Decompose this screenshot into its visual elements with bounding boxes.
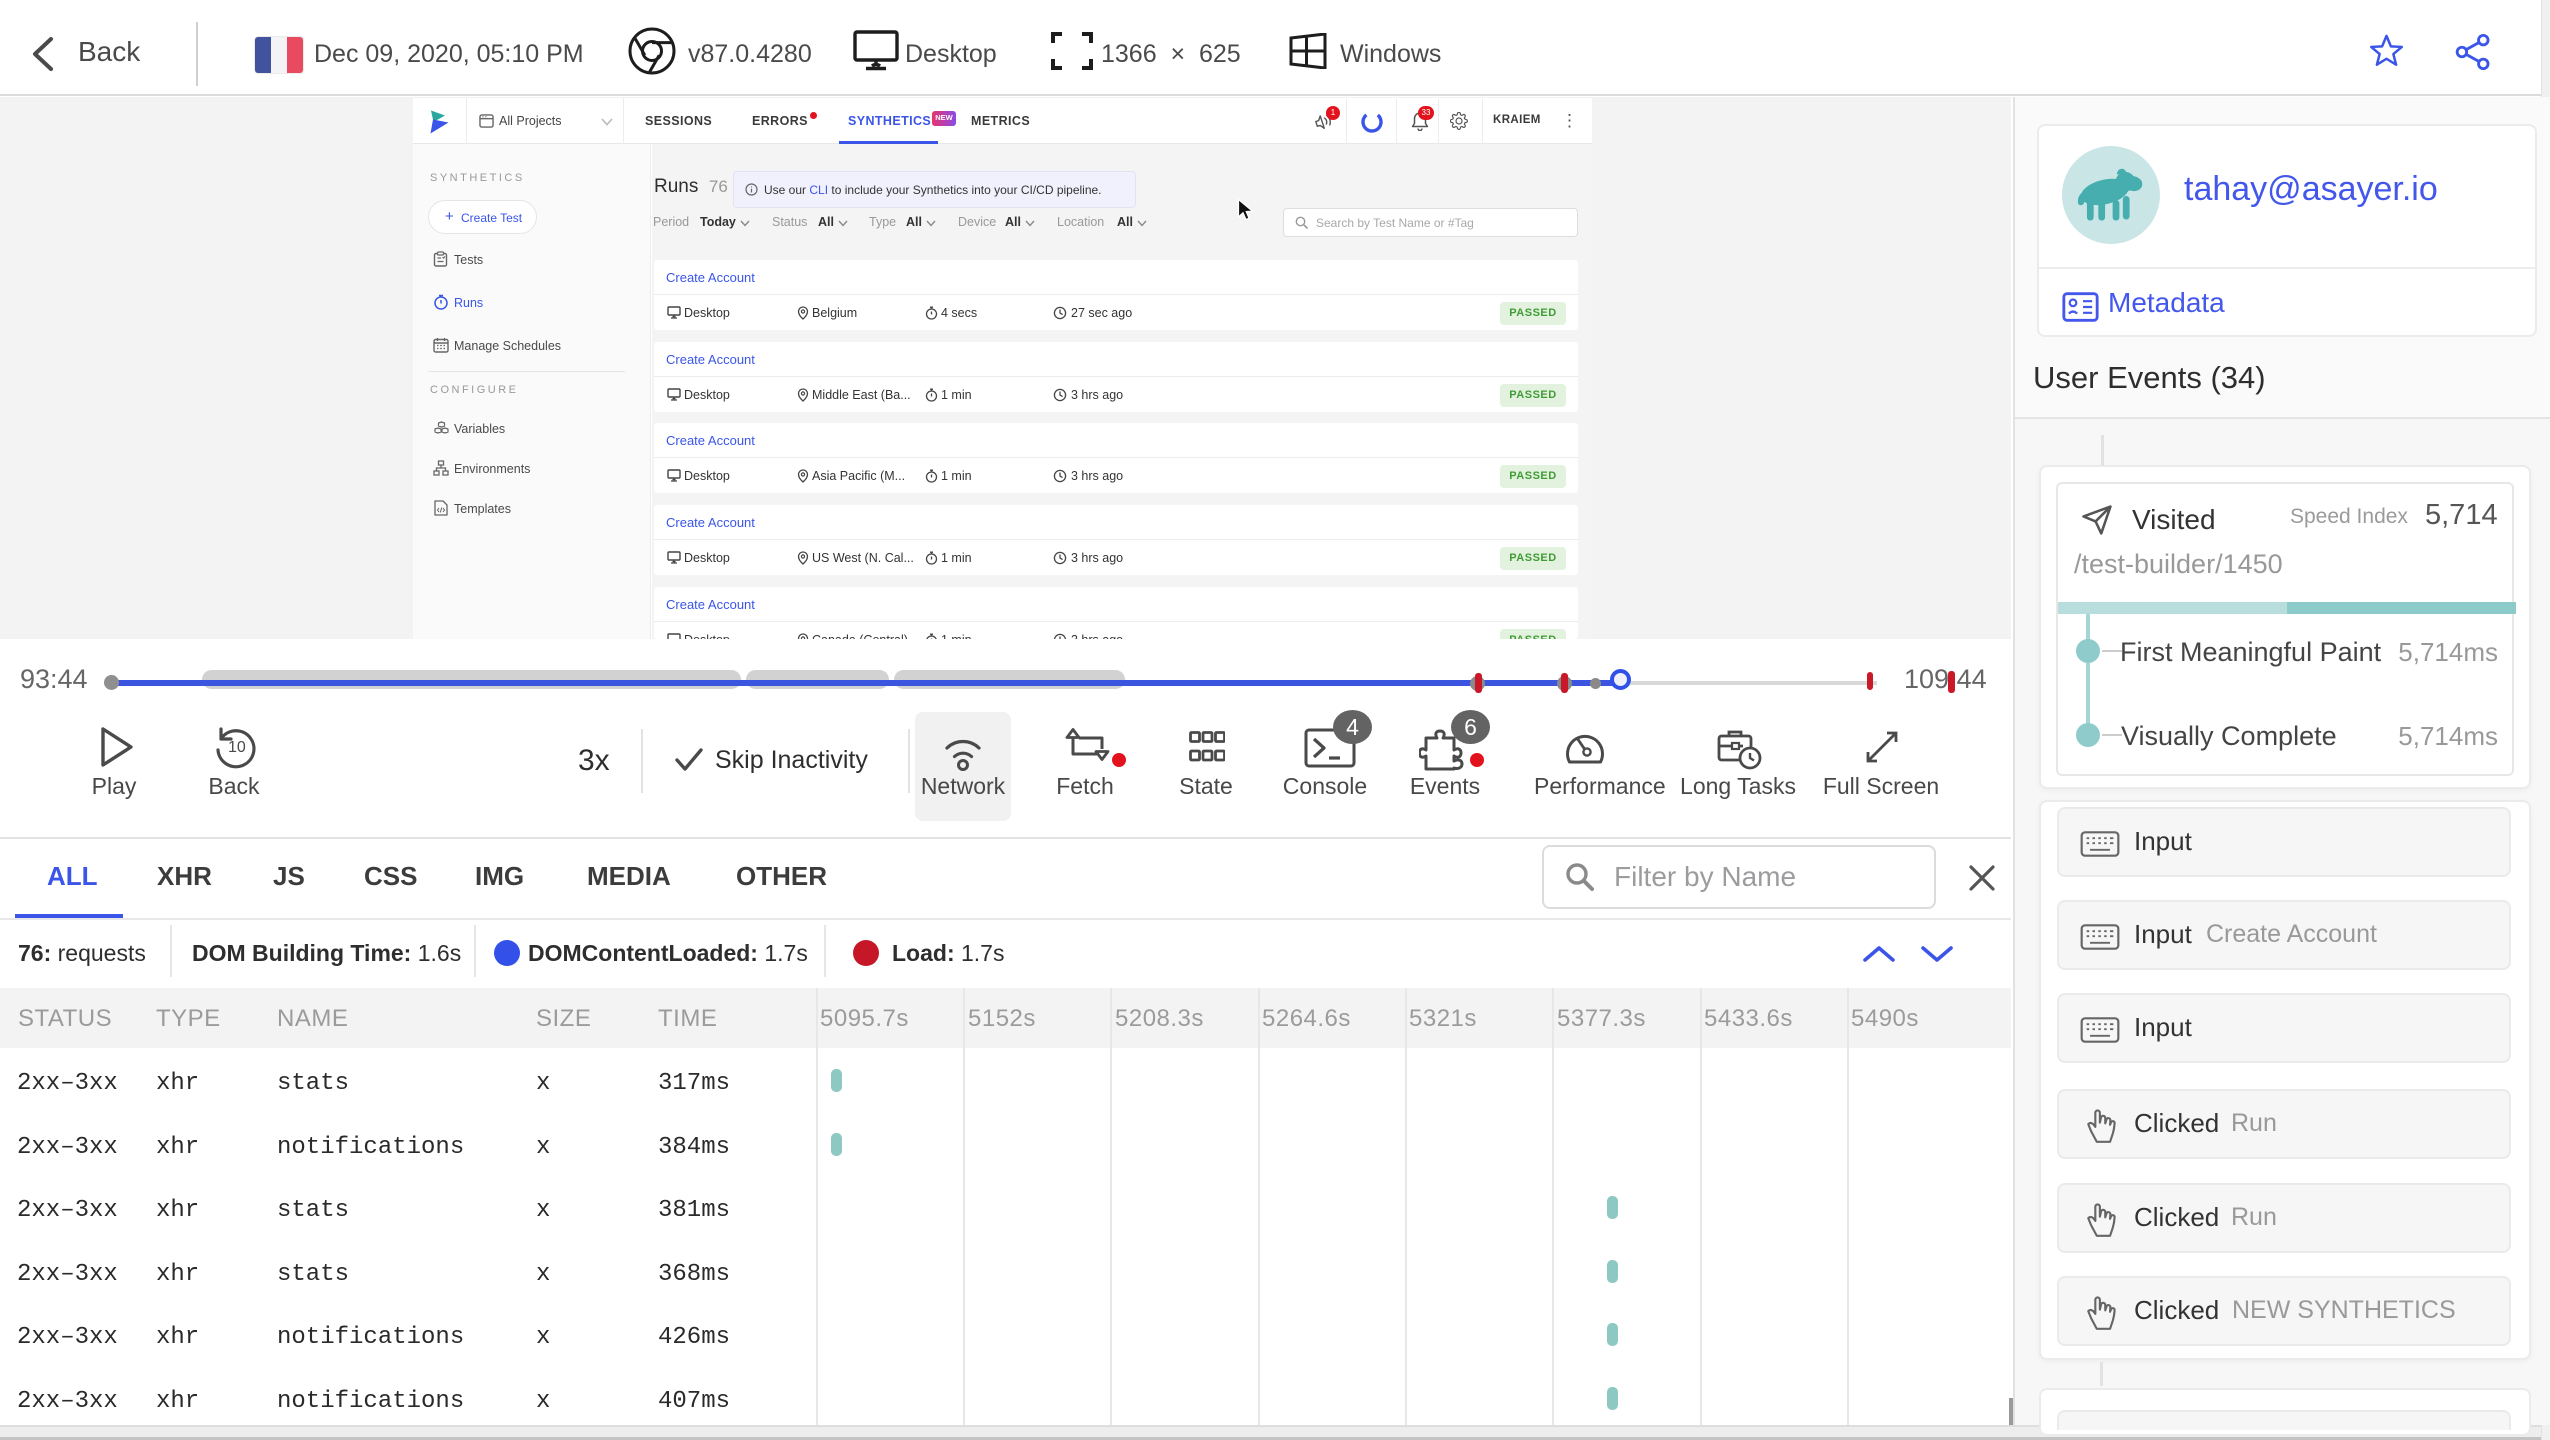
svg-text:10: 10 [228, 739, 246, 756]
